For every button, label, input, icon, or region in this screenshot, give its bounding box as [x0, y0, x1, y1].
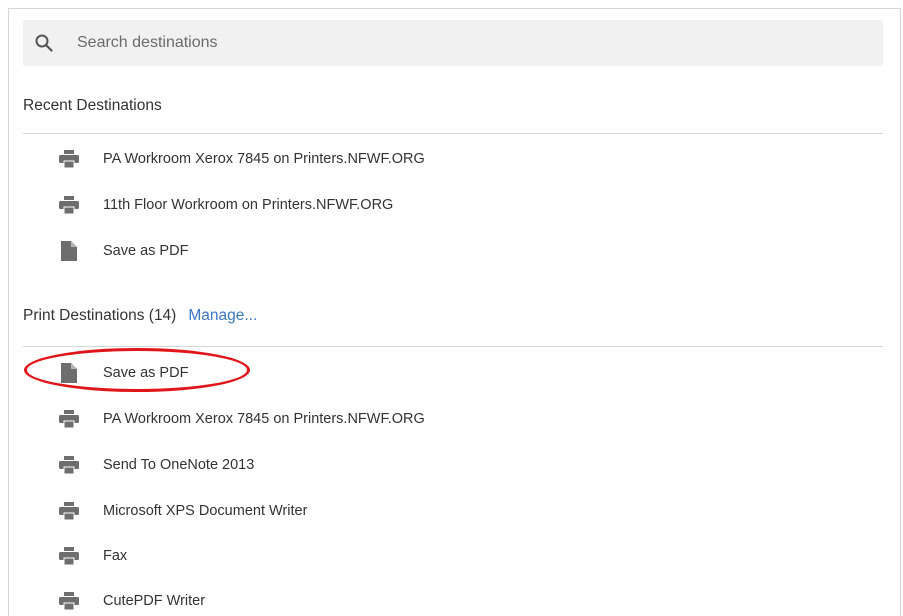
destination-label: Microsoft XPS Document Writer: [103, 503, 308, 519]
printer-icon: [59, 591, 79, 611]
print-destination-item[interactable]: Microsoft XPS Document Writer: [59, 496, 307, 526]
destination-label: Save as PDF: [103, 365, 189, 381]
search-input[interactable]: [75, 33, 839, 53]
destination-label: CutePDF Writer: [103, 593, 206, 609]
printer-icon: [59, 455, 79, 475]
printer-icon: [59, 546, 79, 566]
destination-label: Save as PDF: [103, 243, 189, 259]
print-destination-item[interactable]: Save as PDF: [59, 358, 188, 388]
print-destination-item[interactable]: PA Workroom Xerox 7845 on Printers.NFWF.…: [59, 404, 425, 434]
printer-icon: [59, 501, 79, 521]
printer-icon: [59, 149, 79, 169]
document-icon: [59, 363, 79, 383]
recent-destination-item[interactable]: Save as PDF: [59, 236, 188, 266]
destination-label: Fax: [103, 548, 128, 564]
destination-label: Send To OneNote 2013: [103, 457, 255, 473]
print-destinations-header: Print Destinations (14) Manage...: [23, 307, 883, 347]
print-destinations-title: Print Destinations (14): [23, 307, 177, 324]
search-bar[interactable]: [23, 20, 883, 66]
print-destination-item[interactable]: CutePDF Writer: [59, 586, 205, 616]
recent-destinations-title: Recent Destinations: [23, 97, 162, 114]
destination-dialog: Recent Destinations PA Workroom Xerox 78…: [8, 8, 901, 616]
recent-destination-item[interactable]: 11th Floor Workroom on Printers.NFWF.ORG: [59, 190, 393, 220]
destination-label: 11th Floor Workroom on Printers.NFWF.ORG: [103, 197, 394, 213]
print-destination-item[interactable]: Fax: [59, 541, 127, 571]
recent-destinations-header: Recent Destinations: [23, 97, 883, 134]
printer-icon: [59, 195, 79, 215]
printer-icon: [59, 409, 79, 429]
search-icon: [34, 33, 54, 53]
destination-label: PA Workroom Xerox 7845 on Printers.NFWF.…: [103, 151, 425, 167]
recent-destination-item[interactable]: PA Workroom Xerox 7845 on Printers.NFWF.…: [59, 144, 425, 174]
destination-label: PA Workroom Xerox 7845 on Printers.NFWF.…: [103, 411, 425, 427]
print-destination-item[interactable]: Send To OneNote 2013: [59, 450, 254, 480]
manage-link[interactable]: Manage...: [188, 307, 257, 324]
document-icon: [59, 241, 79, 261]
